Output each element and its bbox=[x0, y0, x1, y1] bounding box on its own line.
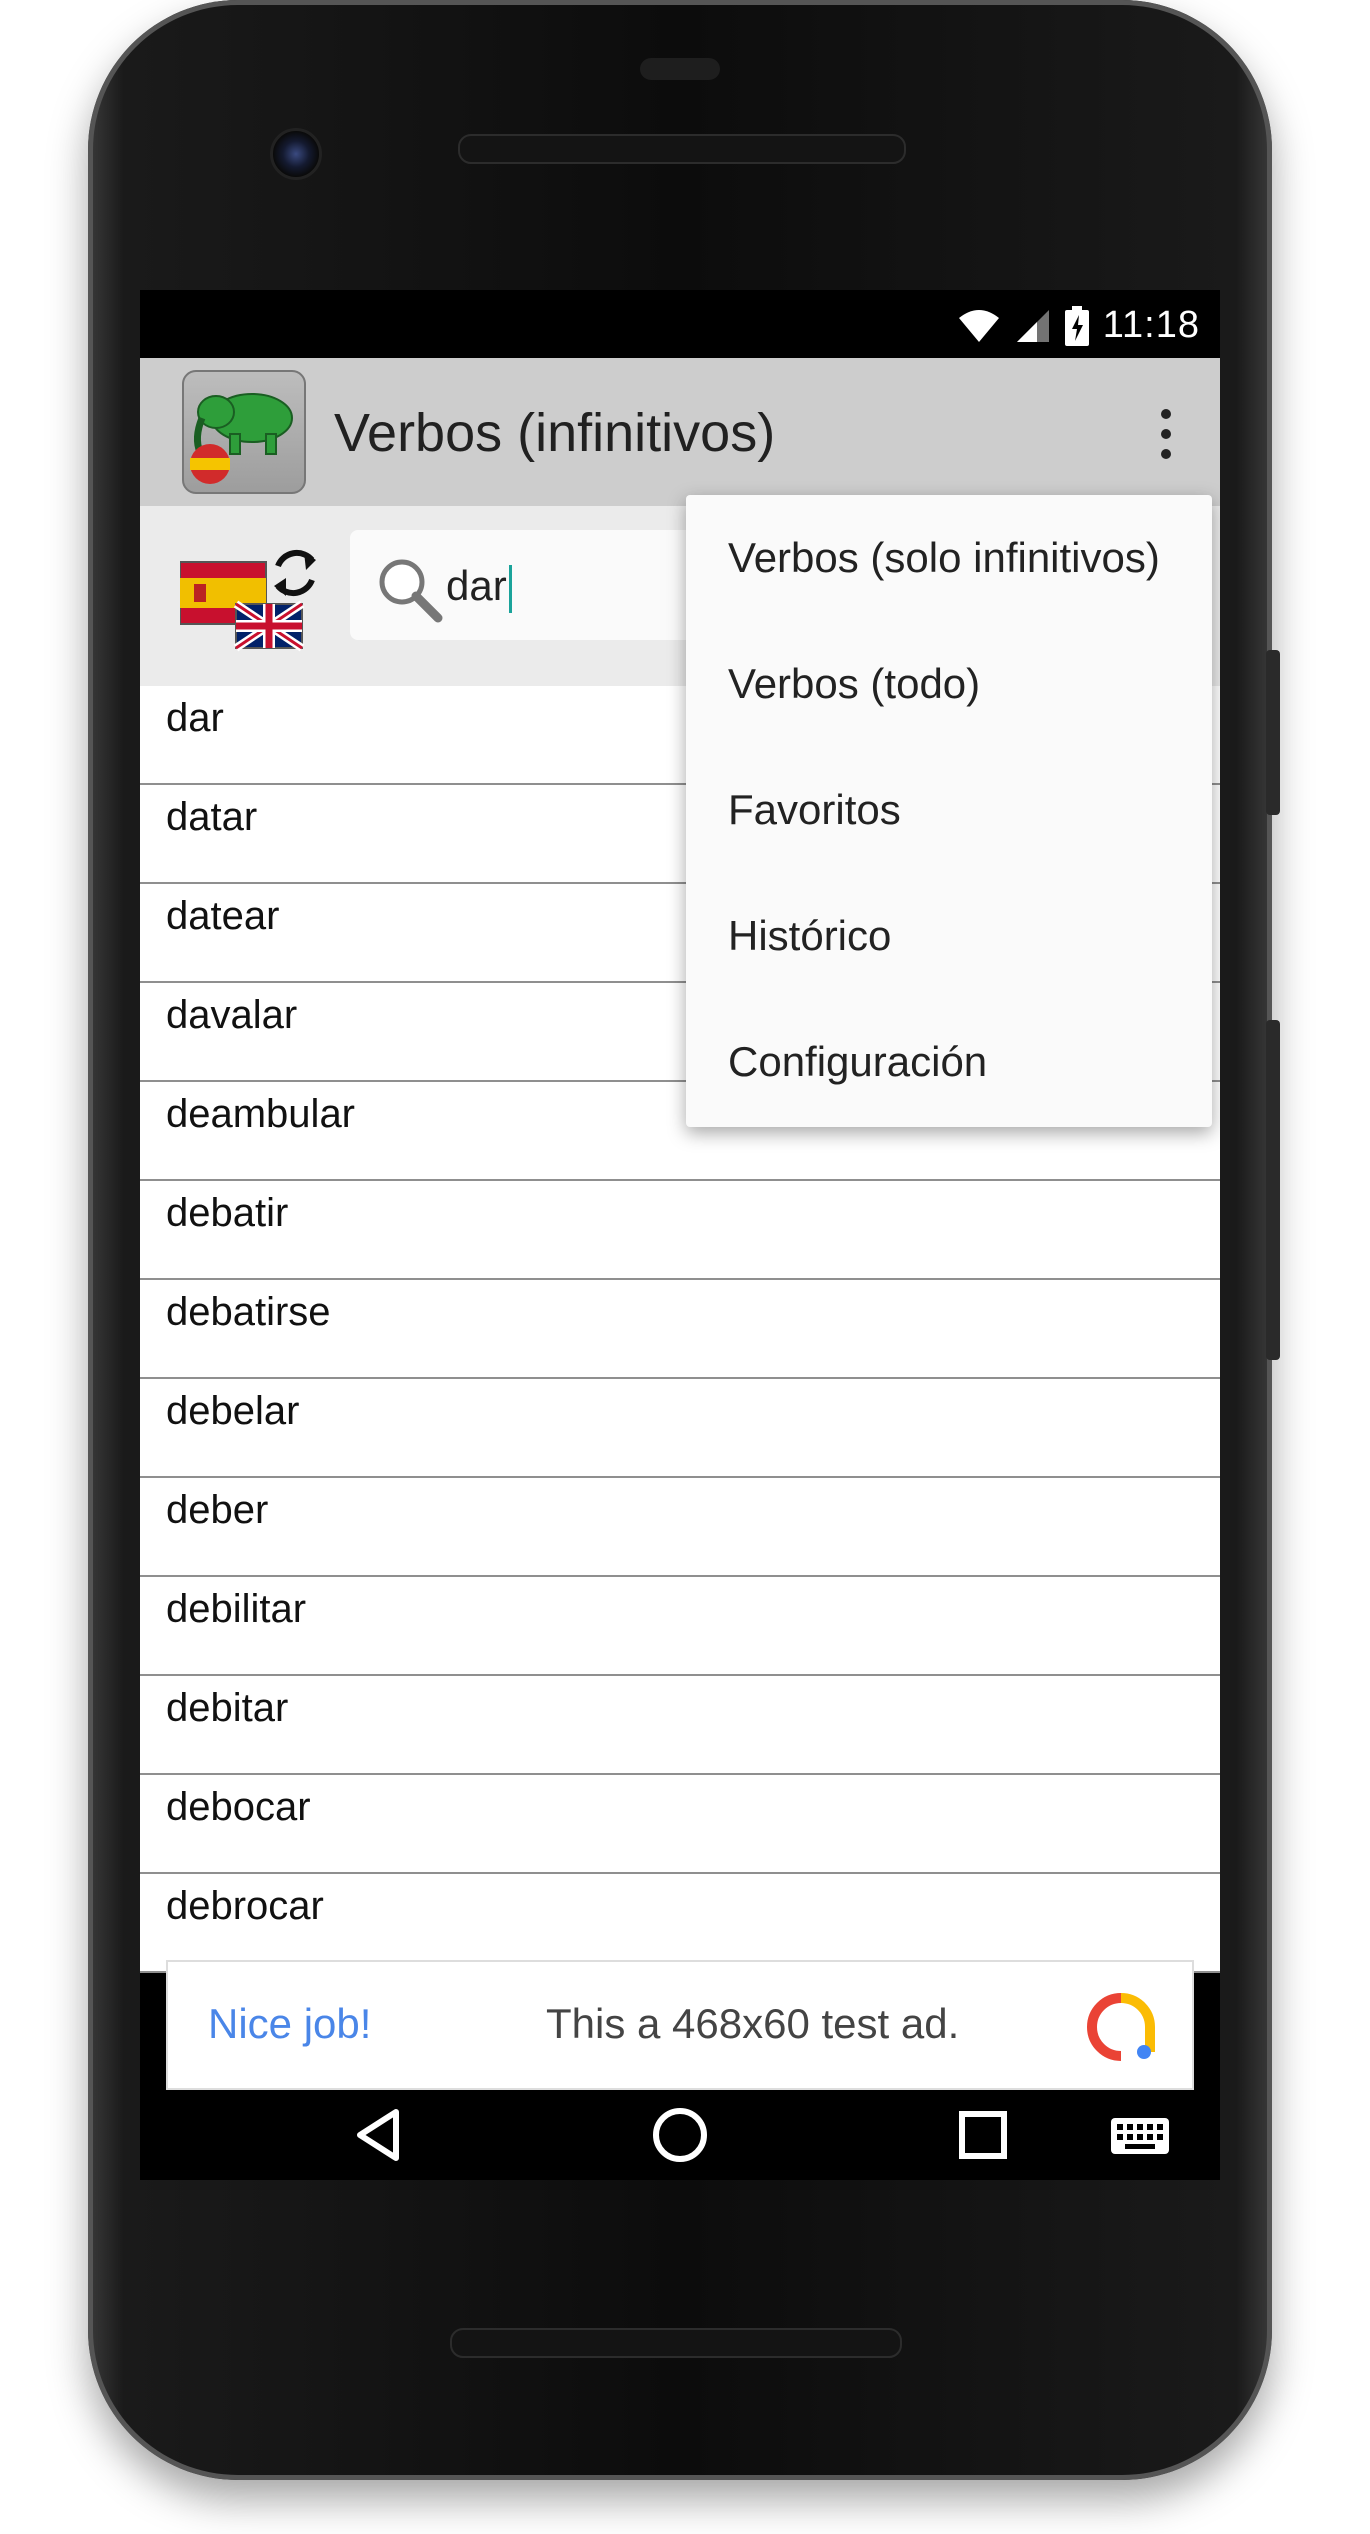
screen: 11:18 Verbos (infinitivos) dar dar datar… bbox=[140, 290, 1220, 2180]
home-icon[interactable] bbox=[645, 2100, 715, 2170]
back-icon[interactable] bbox=[344, 2100, 414, 2170]
list-item[interactable]: debrocar bbox=[140, 1874, 1220, 1973]
keyboard-icon[interactable] bbox=[1105, 2100, 1175, 2170]
menu-item-verbs-all[interactable]: Verbos (todo) bbox=[686, 621, 1212, 747]
power-button bbox=[1266, 650, 1280, 815]
page-title: Verbos (infinitivos) bbox=[334, 403, 776, 463]
list-item[interactable]: debelar bbox=[140, 1379, 1220, 1478]
status-bar: 11:18 bbox=[140, 290, 1220, 358]
menu-item-favorites[interactable]: Favoritos bbox=[686, 747, 1212, 873]
ad-headline: Nice job! bbox=[208, 2000, 372, 2047]
list-item[interactable]: debitar bbox=[140, 1676, 1220, 1775]
list-item-label: debitar bbox=[166, 1686, 289, 1730]
sensor bbox=[640, 58, 720, 80]
battery-charging-icon bbox=[1064, 305, 1089, 346]
ad-logo-icon bbox=[1087, 1993, 1155, 2061]
search-field[interactable]: dar bbox=[350, 530, 730, 640]
text-cursor bbox=[508, 564, 512, 613]
app-logo bbox=[182, 370, 306, 494]
overflow-menu-icon[interactable] bbox=[1154, 406, 1178, 462]
menu-item-verbs-infinitives[interactable]: Verbos (solo infinitivos) bbox=[686, 495, 1212, 621]
list-item[interactable]: debatir bbox=[140, 1181, 1220, 1280]
list-item[interactable]: deber bbox=[140, 1478, 1220, 1577]
list-item-label: datear bbox=[166, 894, 280, 938]
ad-banner[interactable]: Nice job! This a 468x60 test ad. bbox=[166, 1960, 1194, 2090]
ad-body: This a 468x60 test ad. bbox=[546, 2000, 960, 2047]
volume-button bbox=[1266, 1020, 1280, 1360]
menu-item-history[interactable]: Histórico bbox=[686, 873, 1212, 999]
list-item-label: dar bbox=[166, 696, 224, 740]
list-item-label: debelar bbox=[166, 1389, 300, 1433]
search-icon bbox=[379, 559, 443, 623]
list-item-label: davalar bbox=[166, 993, 298, 1037]
app-bar: Verbos (infinitivos) bbox=[140, 358, 1220, 506]
wifi-icon bbox=[958, 309, 999, 342]
bottom-speaker bbox=[450, 2328, 902, 2358]
front-camera bbox=[270, 128, 322, 180]
clock: 11:18 bbox=[1102, 304, 1200, 346]
list-item-label: debatir bbox=[166, 1191, 289, 1235]
search-value: dar bbox=[446, 562, 507, 609]
list-item[interactable]: debocar bbox=[140, 1775, 1220, 1874]
list-item[interactable]: debilitar bbox=[140, 1577, 1220, 1676]
list-item-label: debilitar bbox=[166, 1587, 307, 1631]
list-item-label: datar bbox=[166, 795, 258, 839]
navigation-bar bbox=[140, 2090, 1220, 2180]
list-item-label: deber bbox=[166, 1488, 269, 1532]
list-item-label: deambular bbox=[166, 1092, 356, 1136]
elephant-icon bbox=[190, 393, 293, 484]
list-item-label: debatirse bbox=[166, 1290, 331, 1334]
list-item[interactable]: debatirse bbox=[140, 1280, 1220, 1379]
overflow-menu: Verbos (solo infinitivos) Verbos (todo) … bbox=[686, 495, 1212, 1127]
list-item-label: debrocar bbox=[166, 1884, 324, 1928]
earpiece-speaker bbox=[458, 134, 906, 164]
language-swap-icon[interactable] bbox=[180, 536, 320, 656]
menu-item-settings[interactable]: Configuración bbox=[686, 999, 1212, 1125]
list-item-label: debocar bbox=[166, 1785, 311, 1829]
search-input[interactable]: dar bbox=[446, 562, 512, 613]
recents-icon[interactable] bbox=[948, 2100, 1018, 2170]
signal-icon bbox=[1016, 309, 1049, 342]
